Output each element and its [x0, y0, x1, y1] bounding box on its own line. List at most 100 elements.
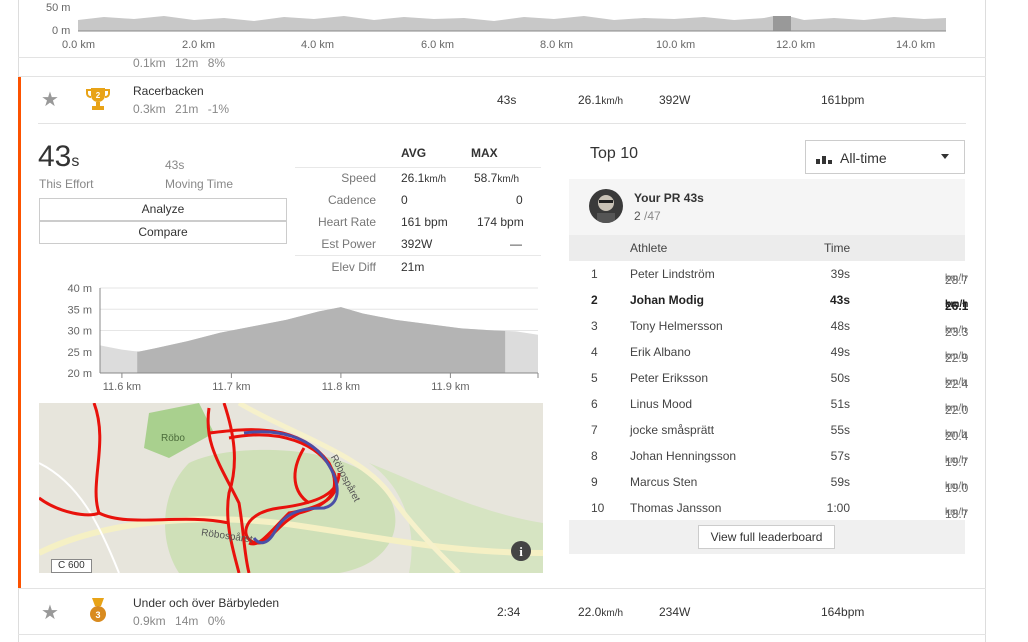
analyze-button[interactable]: Analyze — [39, 198, 287, 221]
stats-max-header: MAX — [471, 146, 498, 160]
segment-grade: -1% — [207, 102, 230, 116]
row-time: 50s — [830, 371, 850, 385]
leaderboard-row[interactable]: 2 Johan Modig 43s 26.1 km/h — [569, 287, 968, 313]
divider — [18, 634, 986, 635]
svg-text:3: 3 — [95, 610, 100, 620]
elevation-area-segment — [137, 307, 506, 373]
pr-panel — [569, 179, 965, 235]
row-athlete[interactable]: Johan Modig — [630, 293, 704, 307]
next-segment-stats: 0.9km 14m 0% — [133, 614, 226, 628]
next-segment-hr: 164bpm — [821, 605, 865, 619]
row-athlete[interactable]: Peter Lindström — [630, 267, 715, 281]
top-x-tick: 14.0 km — [896, 39, 936, 51]
y-tick-label: 25 m — [68, 347, 92, 359]
row-athlete[interactable]: Tony Helmersson — [630, 319, 723, 333]
info-icon[interactable] — [511, 541, 531, 561]
row-athlete[interactable]: Johan Henningsson — [630, 449, 736, 463]
row-rank: 7 — [591, 423, 598, 437]
divider — [295, 255, 541, 256]
top-x-tick: 10.0 km — [656, 39, 696, 51]
view-full-leaderboard-button[interactable]: View full leaderboard — [698, 525, 835, 549]
row-time: 59s — [830, 475, 850, 489]
segment-power: 392W — [659, 93, 691, 107]
next-segment-time: 2:34 — [497, 605, 521, 619]
moving-time-label: Moving Time — [165, 177, 234, 191]
leaderboard-row[interactable]: 7 jocke småsprätt 55s 20.4 km/h — [569, 417, 968, 443]
next-segment-power: 234W — [659, 605, 691, 619]
row-athlete[interactable]: Peter Eriksson — [630, 371, 708, 385]
row-rank: 2 — [591, 293, 598, 307]
star-icon[interactable]: ★ — [41, 87, 59, 112]
leaderboard-row[interactable]: 5 Peter Eriksson 50s 22.4 km/h — [569, 365, 968, 391]
divider — [18, 76, 986, 77]
row-rank: 4 — [591, 345, 598, 359]
segment-elevation-chart: 40 m 35 m 30 m 25 m 20 m 11.6 km 11.7 km 11.8 k… — [68, 283, 539, 393]
row-athlete[interactable]: Erik Albano — [630, 345, 691, 359]
row-time: 49s — [830, 345, 850, 359]
x-tick-label: 11.6 km — [103, 381, 141, 393]
prev-segment-elev: 12m — [175, 56, 199, 70]
top-x-tick: 4.0 km — [301, 39, 335, 51]
col-athlete-header: Athlete — [630, 241, 668, 255]
row-time: 48s — [830, 319, 850, 333]
compare-button[interactable]: Compare — [39, 221, 287, 244]
leaderboard-filter-dropdown[interactable]: All-time — [805, 140, 965, 174]
row-athlete[interactable]: Marcus Sten — [630, 475, 697, 489]
leaderboard-row[interactable]: 4 Erik Albano 49s 22.9 km/h — [569, 339, 968, 365]
caret-down-icon — [941, 154, 949, 159]
row-athlete[interactable]: jocke småsprätt — [630, 423, 714, 437]
segment-time: 43s — [497, 93, 517, 107]
prev-segment-stats: 0.1km 12m 8% — [133, 56, 231, 70]
map-road-sign: C 600 — [51, 559, 92, 573]
prev-segment-distance: 0.1km — [133, 56, 166, 70]
row-time: 43s — [829, 293, 850, 307]
leaderboard-row[interactable]: 9 Marcus Sten 59s 19.0 km/h — [569, 469, 968, 495]
leaderboard-row[interactable]: 6 Linus Mood 51s 22.0 km/h — [569, 391, 968, 417]
effort-time-big: 43s — [38, 140, 80, 173]
segment-elev: 21m — [175, 102, 199, 116]
row-athlete[interactable]: Linus Mood — [630, 397, 692, 411]
moving-time-value: 43s — [165, 158, 185, 172]
y-tick-label: 30 m — [68, 326, 92, 338]
x-tick-label: 11.7 km — [212, 381, 250, 393]
top-x-tick: 0.0 km — [62, 39, 96, 51]
divider — [38, 123, 966, 124]
leaderboard-row[interactable]: 8 Johan Henningsson 57s 19.7 km/h — [569, 443, 968, 469]
this-effort-label: This Effort — [39, 177, 94, 191]
map-place-label: Röbo — [161, 433, 185, 444]
row-rank: 3 — [591, 319, 598, 333]
segment-map[interactable]: i Röbo Röbospåret Röbospåret C 600 — [39, 403, 543, 573]
y-tick-label: 40 m — [68, 283, 92, 295]
x-tick-label: 11.9 km — [431, 381, 469, 393]
bar-chart-icon — [816, 153, 832, 167]
row-rank: 8 — [591, 449, 598, 463]
top-x-tick: 12.0 km — [776, 39, 816, 51]
segment-hr: 161bpm — [821, 93, 865, 107]
row-rank: 1 — [591, 267, 598, 281]
divider — [18, 588, 986, 589]
row-rank: 6 — [591, 397, 598, 411]
filter-label: All-time — [840, 150, 887, 166]
x-tick-label: 11.8 km — [322, 381, 360, 393]
star-icon[interactable]: ★ — [41, 600, 59, 625]
col-time-header: Time — [824, 241, 851, 255]
top-x-tick: 2.0 km — [182, 39, 216, 51]
leaderboard-row[interactable]: 3 Tony Helmersson 48s 23.3 km/h — [569, 313, 968, 339]
stats-avg-header: AVG — [401, 146, 427, 160]
y-tick-label: 35 m — [68, 304, 92, 316]
segment-name[interactable]: Racerbacken — [133, 84, 204, 98]
divider — [295, 167, 541, 168]
pr-rank: 2 /47 — [634, 209, 661, 223]
segment-distance: 0.3km — [133, 102, 166, 116]
avatar[interactable] — [589, 189, 623, 223]
leaderboard-row[interactable]: 10 Thomas Jansson 1:00 18.7 km/h — [569, 495, 968, 521]
row-athlete[interactable]: Thomas Jansson — [630, 501, 721, 515]
segment-speed: 26.1km/h — [578, 93, 624, 107]
leaderboard-title: Top 10 — [590, 145, 639, 162]
next-segment-name[interactable]: Under och över Bärbyleden — [133, 596, 279, 610]
top-elevation-area — [78, 16, 946, 32]
medal-icon: 3 — [88, 598, 108, 624]
top-x-tick: 8.0 km — [540, 39, 574, 51]
leaderboard-row[interactable]: 1 Peter Lindström 39s 28.7 km/h — [569, 261, 968, 287]
row-rank: 10 — [591, 501, 605, 515]
